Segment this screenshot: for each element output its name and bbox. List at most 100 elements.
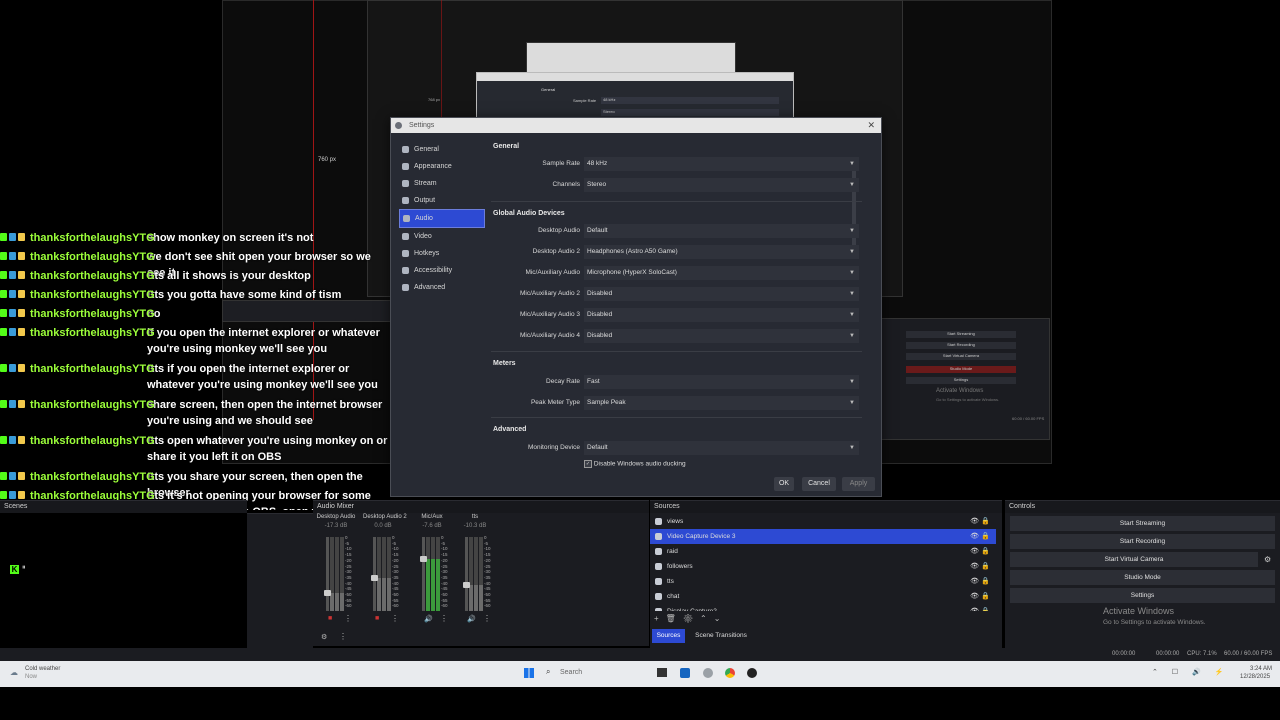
tab-sources[interactable]: Sources bbox=[652, 629, 685, 643]
add-icon[interactable]: + bbox=[654, 614, 666, 623]
volume-slider[interactable] bbox=[465, 537, 468, 611]
windows-start-icon[interactable] bbox=[524, 668, 534, 678]
volume-meter bbox=[382, 537, 386, 611]
move-up-icon[interactable]: ⌃ bbox=[700, 614, 714, 623]
file-explorer-icon[interactable] bbox=[657, 668, 667, 677]
mic-aux-4-select[interactable]: Disabled ▼ bbox=[584, 329, 859, 343]
chevron-down-icon: ▼ bbox=[849, 182, 855, 188]
channels-select[interactable]: Stereo ▼ bbox=[584, 178, 859, 192]
sample-rate-select[interactable]: 48 kHz ▼ bbox=[584, 157, 859, 171]
weather-icon[interactable]: ☁ bbox=[10, 668, 18, 677]
visibility-eye-icon[interactable]: 👁 bbox=[970, 529, 979, 544]
mute-icon[interactable]: ■ bbox=[328, 615, 332, 622]
apply-button[interactable]: Apply bbox=[842, 477, 875, 491]
browser-icon[interactable] bbox=[703, 668, 713, 678]
mixer-settings-icon[interactable]: ⚙ bbox=[321, 633, 327, 641]
chrome-icon[interactable] bbox=[725, 668, 735, 678]
lock-icon[interactable]: 🔒 bbox=[981, 529, 990, 544]
badge-icon bbox=[0, 364, 7, 372]
volume-slider-handle[interactable] bbox=[324, 589, 331, 596]
channel-menu-icon[interactable]: ⋮ bbox=[344, 614, 352, 623]
source-item[interactable]: tts 👁 🔒 bbox=[650, 574, 996, 589]
settings-button[interactable]: Settings bbox=[1010, 588, 1275, 603]
obs-taskbar-icon[interactable] bbox=[747, 668, 757, 678]
volume-slider[interactable] bbox=[422, 537, 425, 611]
visibility-eye-icon[interactable]: 👁 bbox=[970, 514, 979, 529]
chat-username: thanksforthelaughsYTG bbox=[30, 471, 155, 483]
system-tray-icons[interactable]: ⌃ ☐ 🔊 ⚡ bbox=[1152, 668, 1229, 676]
start-recording-button[interactable]: Start Recording bbox=[1010, 534, 1275, 549]
desktop-audio-select[interactable]: Default ▼ bbox=[584, 224, 859, 238]
search-icon[interactable]: ⌕ bbox=[546, 667, 550, 677]
source-item[interactable]: raid 👁 🔒 bbox=[650, 544, 996, 559]
channel-menu-icon[interactable]: ⋮ bbox=[440, 614, 448, 623]
move-down-icon[interactable]: ⌄ bbox=[714, 614, 728, 623]
trash-icon[interactable]: 🗑 bbox=[666, 614, 683, 623]
search-box[interactable]: Search bbox=[560, 669, 582, 676]
settings-scrollbar[interactable] bbox=[852, 161, 856, 257]
nav-item-stream[interactable]: Stream bbox=[399, 175, 485, 192]
start-streaming-button[interactable]: Start Streaming bbox=[1010, 516, 1275, 531]
visibility-eye-icon[interactable]: 👁 bbox=[970, 559, 979, 574]
visibility-eye-icon[interactable]: 👁 bbox=[970, 604, 979, 611]
mixer-channel-db: -7.6 dB bbox=[422, 523, 442, 529]
ducking-checkbox-row[interactable]: ✓ Disable Windows audio ducking bbox=[584, 460, 686, 468]
cancel-button[interactable]: Cancel bbox=[802, 477, 836, 491]
volume-slider[interactable] bbox=[326, 537, 329, 611]
lock-icon[interactable]: 🔒 bbox=[981, 559, 990, 574]
mixer-menu-icon[interactable]: ⋮ bbox=[339, 632, 347, 641]
store-icon[interactable] bbox=[680, 668, 690, 678]
settings-dialog[interactable]: Settings ✕ General Appearance Stream Output… bbox=[390, 117, 882, 497]
channel-menu-icon[interactable]: ⋮ bbox=[391, 614, 399, 623]
lock-icon[interactable]: 🔒 bbox=[981, 514, 990, 529]
nav-item-audio[interactable]: Audio bbox=[399, 209, 485, 228]
start-virtual-camera-button[interactable]: Start Virtual Camera bbox=[1010, 552, 1258, 567]
decay-rate-select[interactable]: Fast ▼ bbox=[584, 375, 859, 389]
nav-item-accessibility[interactable]: Accessibility bbox=[399, 262, 485, 279]
mic-aux-3-select[interactable]: Disabled ▼ bbox=[584, 308, 859, 322]
nav-item-hotkeys[interactable]: Hotkeys bbox=[399, 245, 485, 262]
close-icon[interactable]: ✕ bbox=[867, 118, 875, 133]
volume-slider-handle[interactable] bbox=[420, 556, 427, 563]
nav-item-video[interactable]: Video bbox=[399, 228, 485, 245]
settings-titlebar[interactable]: Settings ✕ bbox=[391, 118, 881, 133]
monitoring-select[interactable]: Default ▼ bbox=[584, 441, 859, 455]
ghost-studio-mode: Studio Mode bbox=[906, 366, 1016, 373]
lock-icon[interactable]: 🔒 bbox=[981, 574, 990, 589]
mute-icon[interactable]: ■ bbox=[375, 615, 379, 622]
visibility-eye-icon[interactable]: 👁 bbox=[970, 544, 979, 559]
source-item[interactable]: Display Capture2 👁🔒 bbox=[650, 604, 996, 611]
ok-button[interactable]: OK bbox=[774, 477, 794, 491]
source-item[interactable]: views 👁 🔒 bbox=[650, 514, 996, 529]
visibility-eye-icon[interactable]: 👁 bbox=[970, 574, 979, 589]
volume-slider-handle[interactable] bbox=[371, 574, 378, 581]
channel-menu-icon[interactable]: ⋮ bbox=[483, 614, 491, 623]
desktop-audio-2-select[interactable]: Headphones (Astro A50 Game) ▼ bbox=[584, 245, 859, 259]
source-item[interactable]: followers 👁 🔒 bbox=[650, 559, 996, 574]
mute-icon[interactable]: 🔊 bbox=[424, 615, 433, 623]
tab-scene-transitions[interactable]: Scene Transitions bbox=[690, 629, 752, 643]
chat-username: thanksforthelaughsYTG bbox=[30, 289, 155, 301]
volume-slider-handle[interactable] bbox=[463, 582, 470, 589]
peak-meter-select[interactable]: Sample Peak ▼ bbox=[584, 396, 859, 410]
gear-icon[interactable]: ⚙ bbox=[683, 614, 700, 623]
nav-item-general[interactable]: General bbox=[399, 141, 485, 158]
lock-icon[interactable]: 🔒 bbox=[981, 589, 990, 604]
nav-item-appearance[interactable]: Appearance bbox=[399, 158, 485, 175]
nav-item-advanced[interactable]: Advanced bbox=[399, 279, 485, 296]
lock-icon[interactable]: 🔒 bbox=[981, 604, 990, 611]
preview-guide-line-2 bbox=[441, 0, 442, 118]
ducking-checkbox[interactable]: ✓ bbox=[584, 460, 592, 468]
virtual-camera-settings-icon[interactable]: ⚙ bbox=[1264, 555, 1271, 564]
chat-message: thanksforthelaughsYTG share screen, then … bbox=[0, 397, 390, 429]
source-item[interactable]: chat 👁 🔒 bbox=[650, 589, 996, 604]
mic-aux-select[interactable]: Microphone (HyperX SoloCast) ▼ bbox=[584, 266, 859, 280]
visibility-eye-icon[interactable]: 👁 bbox=[970, 589, 979, 604]
mic-aux-2-select[interactable]: Disabled ▼ bbox=[584, 287, 859, 301]
ghost-settings: Settings bbox=[906, 377, 1016, 384]
mute-icon[interactable]: 🔊 bbox=[467, 615, 476, 623]
source-item[interactable]: Video Capture Device 3 👁 🔒 bbox=[650, 529, 996, 544]
studio-mode-button[interactable]: Studio Mode bbox=[1010, 570, 1275, 585]
lock-icon[interactable]: 🔒 bbox=[981, 544, 990, 559]
nav-item-output[interactable]: Output bbox=[399, 192, 485, 209]
